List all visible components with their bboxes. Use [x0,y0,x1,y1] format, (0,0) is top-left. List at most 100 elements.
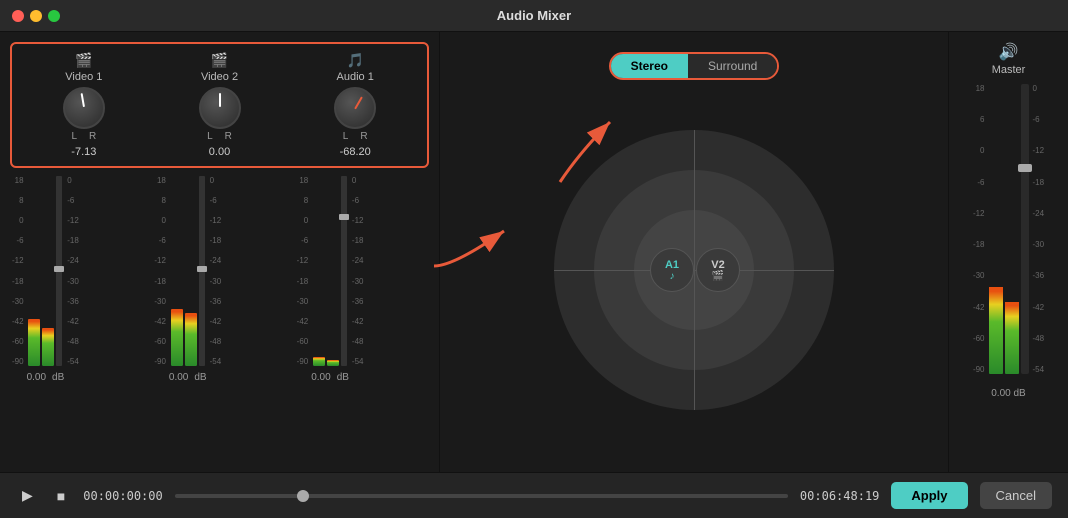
meter-bottom-a1: 0.00 dB [311,372,349,383]
node-a1-icon: ♪ [670,271,675,282]
meter-scale-a1-right: 0 -6 -12 -18 -24 -30 -36 -42 -48 -54 [350,176,364,366]
meter-scale-v1-right: 0 -6 -12 -18 -24 -30 -36 -42 -48 -54 [65,176,79,366]
meter-fill-a1-r [327,360,339,366]
channel-video1: 🎬 Video 1 L R -7.13 [20,52,148,158]
master-label: Master [992,64,1026,76]
audio1-knob[interactable] [334,87,376,129]
stereo-toggle-button[interactable]: Stereo [611,54,688,78]
crosshair-vertical [694,130,695,410]
video2-icon: 🎬 [211,52,228,69]
progress-head[interactable] [297,490,309,502]
channel-video1-header: 🎬 Video 1 [65,52,102,83]
master-slider-handle[interactable] [1018,164,1032,172]
channel-audio1: 🎵 Audio 1 L R -68.20 [291,52,419,158]
play-button[interactable]: ▶ [16,483,39,508]
audio1-icon: 🎵 [346,52,363,69]
audio1-lr-labels: L R [343,131,368,142]
close-dot[interactable] [12,10,24,22]
channel-video2-label: Video 2 [201,71,238,83]
meter-bar-a1-r [327,176,339,366]
meter-group-audio1: 18 8 0 -6 -12 -18 -30 -42 -60 -90 [295,176,429,406]
meter-fill-v1-r [42,328,54,366]
channel-audio1-knob[interactable] [334,87,376,131]
meter-scale-v2-left: 18 8 0 -6 -12 -18 -30 -42 -60 -90 [152,176,168,366]
meter-slider-v1-handle[interactable] [54,266,64,272]
master-speaker-icon: 🔊 [999,42,1019,62]
channel-audio1-value: -68.20 [340,146,371,158]
audio1-r-label: R [360,131,367,142]
master-bars [989,84,1029,374]
master-value: 0.00 [991,388,1010,399]
meter-slider-v2-handle[interactable] [197,266,207,272]
channel-video1-value: -7.13 [71,146,96,158]
meter-slider-a1[interactable] [341,176,347,366]
meter-bars-v2: 0.00 dB [169,176,207,383]
master-bar-l [989,84,1003,374]
meter-bar-v2-l [171,176,183,366]
cancel-button[interactable]: Cancel [980,482,1052,509]
channel-audio1-header: 🎵 Audio 1 [337,52,374,83]
progress-bar[interactable] [175,494,788,498]
apply-button[interactable]: Apply [891,482,967,509]
meter-v1-db: dB [52,372,64,383]
timecode-right: 00:06:48:19 [800,489,879,503]
meter-group-video1: 18 8 0 -6 -12 -18 -30 -42 -60 -90 [10,176,144,406]
master-db-label: dB [1014,388,1026,399]
video2-l-label: L [207,131,213,142]
meter-fill-a1-l [313,357,325,367]
stereo-surround-toggle[interactable]: Stereo Surround [609,52,780,80]
meter-scale-a1-left: 18 8 0 -6 -12 -18 -30 -42 -60 -90 [295,176,311,366]
titlebar: Audio Mixer [0,0,1068,32]
video2-knob[interactable] [199,87,241,129]
video1-l-label: L [71,131,77,142]
maximize-dot[interactable] [48,10,60,22]
channel-video2-knob[interactable] [199,87,241,131]
video2-lr-labels: L R [207,131,232,142]
meter-slider-v2[interactable] [199,176,205,366]
channel-video2-header: 🎬 Video 2 [201,52,238,83]
meter-group-video2: 18 8 0 -6 -12 -18 -30 -42 -60 -90 [152,176,286,406]
meter-bar-a1-l [313,176,325,366]
right-panel: 🔊 Master 18 6 0 -6 -12 -18 -30 -42 -60 -… [948,32,1068,472]
meter-bar-v1-r [42,176,54,366]
video1-knob-indicator [80,93,84,107]
left-panel: 🎬 Video 1 L R -7.13 🎬 Video 2 [0,32,440,472]
timecode-left: 00:00:00:00 [83,489,162,503]
traffic-lights [12,10,60,22]
meter-bars-v2-row [171,176,205,366]
channel-video1-knob[interactable] [63,87,105,131]
window-title: Audio Mixer [497,8,571,23]
surround-node-v2[interactable]: V2 🎬 [696,248,740,292]
meter-bars-v1-row [28,176,62,366]
node-v2-icon: 🎬 [712,271,724,282]
meter-slider-v1[interactable] [56,176,62,366]
node-a1-label: A1 [665,259,679,271]
master-bar-r [1005,84,1019,374]
main-content: 🎬 Video 1 L R -7.13 🎬 Video 2 [0,32,1068,472]
meter-scale-v2-right: 0 -6 -12 -18 -24 -30 -36 -42 -48 -54 [208,176,222,366]
node-v2-label: V2 [711,259,724,271]
meter-slider-a1-handle[interactable] [339,214,349,220]
minimize-dot[interactable] [30,10,42,22]
master-slider[interactable] [1021,84,1029,374]
video1-lr-labels: L R [71,131,96,142]
video1-knob[interactable] [63,87,105,129]
meter-bottom-v1: 0.00 dB [27,372,65,383]
audio1-l-label: L [343,131,349,142]
surround-node-a1[interactable]: A1 ♪ [650,248,694,292]
channel-audio1-label: Audio 1 [337,71,374,83]
master-fill-l [989,287,1003,374]
stop-button[interactable]: ■ [51,484,71,508]
meter-a1-value: 0.00 [311,372,330,383]
surround-toggle-button[interactable]: Surround [688,54,777,78]
meter-bottom-v2: 0.00 dB [169,372,207,383]
channels-box: 🎬 Video 1 L R -7.13 🎬 Video 2 [10,42,429,168]
meter-bar-v1-l [28,176,40,366]
bottom-bar: ▶ ■ 00:00:00:00 00:06:48:19 Apply Cancel [0,472,1068,518]
master-header: 🔊 Master [992,42,1026,76]
channel-video2-value: 0.00 [209,146,230,158]
master-fill-r [1005,302,1019,375]
master-scale-right: 0 -6 -12 -18 -24 -30 -36 -42 -48 -54 [1031,84,1045,374]
meter-bar-v2-r [185,176,197,366]
meter-scale-v1-left: 18 8 0 -6 -12 -18 -30 -42 -60 -90 [10,176,26,366]
